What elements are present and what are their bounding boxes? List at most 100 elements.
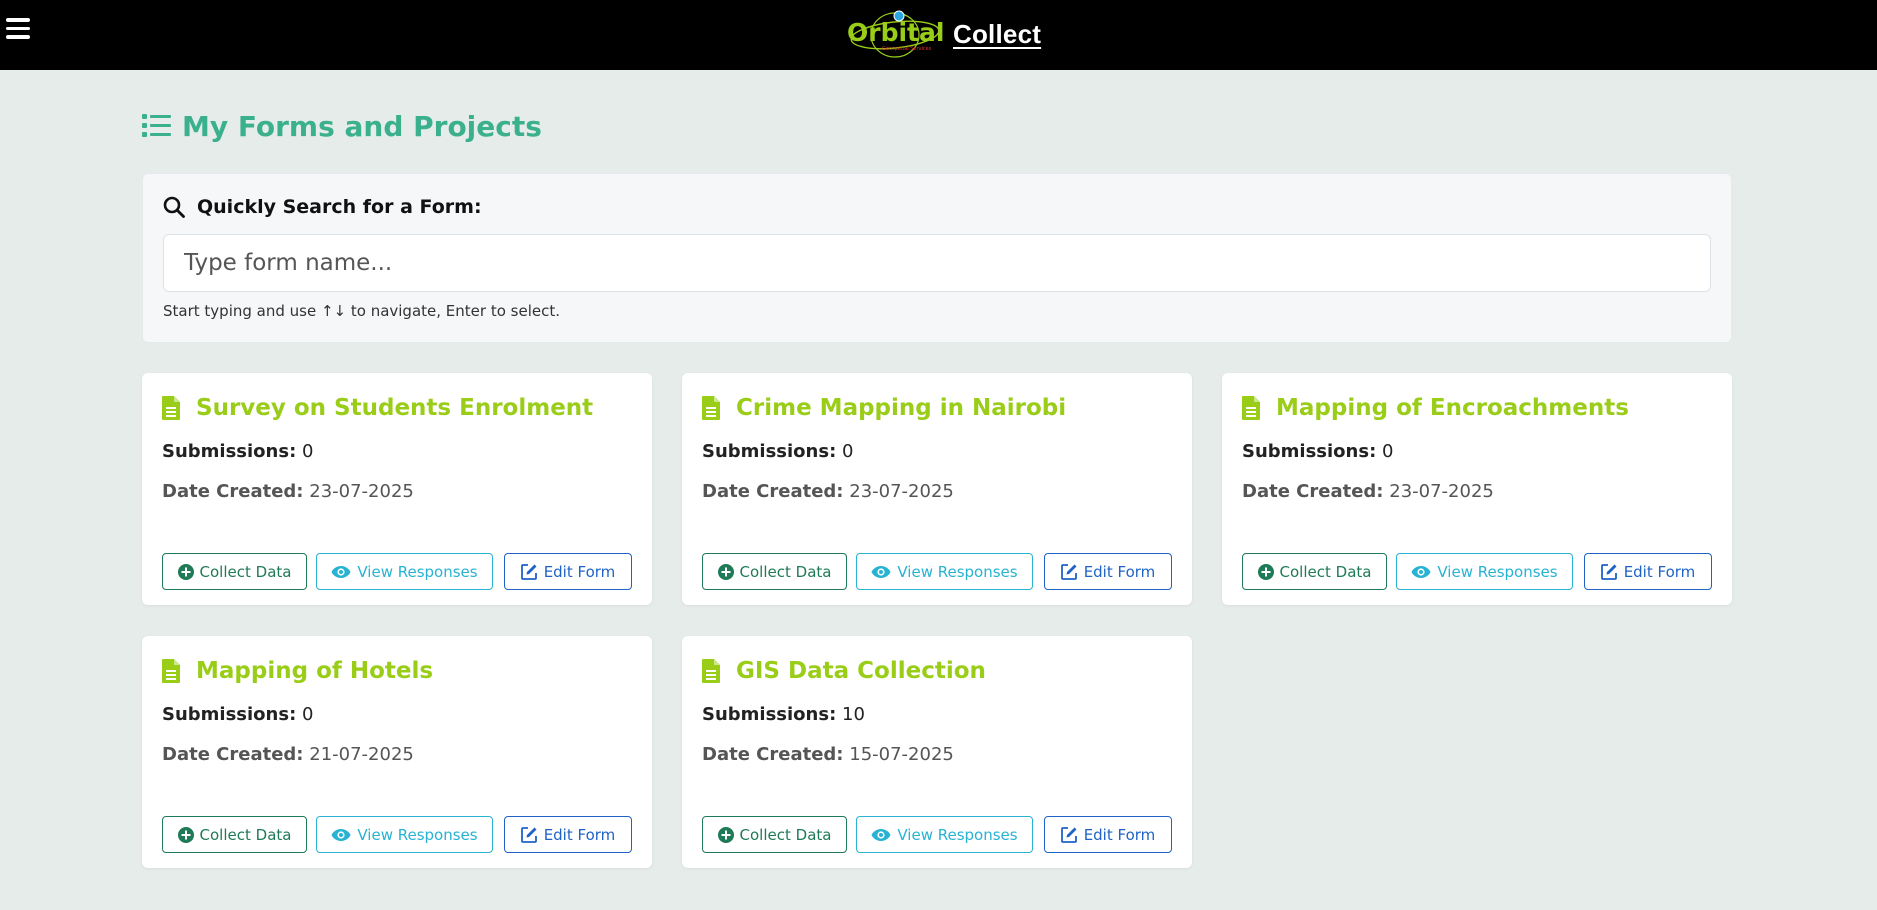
edit-form-button[interactable]: Edit Form (1584, 553, 1712, 590)
date-created-value: 23-07-2025 (849, 481, 954, 502)
file-document-icon (1242, 396, 1260, 420)
search-label-text: Quickly Search for a Form: (197, 196, 482, 218)
search-input[interactable] (163, 234, 1711, 292)
logo-text: Orbital (847, 18, 944, 47)
date-created-value: 23-07-2025 (1389, 481, 1494, 502)
collect-data-label: Collect Data (1279, 562, 1372, 581)
date-created-value: 21-07-2025 (309, 744, 414, 765)
form-card-title[interactable]: Mapping of Hotels (162, 658, 433, 684)
eye-icon (331, 828, 351, 841)
edit-icon (1060, 827, 1077, 843)
form-card: Crime Mapping in Nairobi Submissions: 0 … (682, 373, 1192, 605)
edit-form-label: Edit Form (543, 825, 616, 844)
eye-icon (331, 565, 351, 578)
form-title-text[interactable]: Mapping of Encroachments (1276, 395, 1629, 421)
form-title-text[interactable]: Survey on Students Enrolment (196, 395, 593, 421)
view-responses-label: View Responses (897, 825, 1018, 844)
submissions-label: Submissions: (1242, 441, 1377, 462)
view-responses-label: View Responses (897, 562, 1018, 581)
view-responses-label: View Responses (1437, 562, 1558, 581)
form-title-text[interactable]: Crime Mapping in Nairobi (736, 395, 1066, 421)
brand[interactable]: Orbital Geospatial Services Collect (845, 8, 1041, 60)
search-label: Quickly Search for a Form: (163, 196, 482, 218)
logo-subtext: Geospatial Services (882, 46, 932, 52)
form-card: Survey on Students Enrolment Submissions… (142, 373, 652, 605)
collect-data-label: Collect Data (199, 562, 292, 581)
collect-data-button[interactable]: Collect Data (162, 816, 307, 853)
date-created: Date Created: 23-07-2025 (162, 481, 414, 502)
form-title-text[interactable]: GIS Data Collection (736, 658, 986, 684)
page-title: My Forms and Projects (142, 106, 1732, 146)
list-icon (142, 114, 171, 137)
collect-data-button[interactable]: Collect Data (702, 816, 847, 853)
search-panel: Quickly Search for a Form: Start typing … (142, 173, 1732, 343)
date-created: Date Created: 15-07-2025 (702, 744, 954, 765)
file-document-icon (702, 659, 720, 683)
submissions-count: Submissions: 0 (162, 441, 313, 462)
date-created: Date Created: 23-07-2025 (702, 481, 954, 502)
submissions-value: 0 (302, 704, 314, 725)
form-card-title[interactable]: Survey on Students Enrolment (162, 395, 593, 421)
date-created-value: 15-07-2025 (849, 744, 954, 765)
eye-icon (871, 565, 891, 578)
edit-form-label: Edit Form (1623, 562, 1696, 581)
edit-icon (520, 564, 537, 580)
edit-icon (1600, 564, 1617, 580)
collect-data-button[interactable]: Collect Data (702, 553, 847, 590)
date-created-value: 23-07-2025 (309, 481, 414, 502)
form-card-title[interactable]: Mapping of Encroachments (1242, 395, 1629, 421)
file-document-icon (162, 396, 180, 420)
view-responses-label: View Responses (357, 562, 478, 581)
plus-circle-icon (177, 563, 194, 580)
date-created-label: Date Created: (702, 481, 844, 502)
submissions-label: Submissions: (702, 704, 837, 725)
submissions-count: Submissions: 0 (162, 704, 313, 725)
submissions-label: Submissions: (702, 441, 837, 462)
form-card: Mapping of Hotels Submissions: 0 Date Cr… (142, 636, 652, 868)
view-responses-button[interactable]: View Responses (1396, 553, 1573, 590)
form-title-text[interactable]: Mapping of Hotels (196, 658, 433, 684)
plus-circle-icon (717, 563, 734, 580)
plus-circle-icon (717, 826, 734, 843)
eye-icon (871, 828, 891, 841)
collect-data-button[interactable]: Collect Data (1242, 553, 1387, 590)
collect-data-label: Collect Data (199, 825, 292, 844)
form-card-title[interactable]: Crime Mapping in Nairobi (702, 395, 1066, 421)
collect-data-button[interactable]: Collect Data (162, 553, 307, 590)
date-created-label: Date Created: (162, 481, 304, 502)
eye-icon (1411, 565, 1431, 578)
date-created-label: Date Created: (162, 744, 304, 765)
date-created-label: Date Created: (1242, 481, 1384, 502)
plus-circle-icon (1257, 563, 1274, 580)
view-responses-button[interactable]: View Responses (316, 553, 493, 590)
view-responses-button[interactable]: View Responses (856, 553, 1033, 590)
edit-icon (1060, 564, 1077, 580)
search-icon (163, 196, 185, 218)
orbital-logo: Orbital Geospatial Services (847, 10, 944, 58)
date-created: Date Created: 21-07-2025 (162, 744, 414, 765)
edit-form-button[interactable]: Edit Form (504, 553, 632, 590)
submissions-value: 0 (302, 441, 314, 462)
submissions-value: 0 (842, 441, 854, 462)
submissions-label: Submissions: (162, 441, 297, 462)
collect-data-label: Collect Data (739, 562, 832, 581)
view-responses-button[interactable]: View Responses (856, 816, 1033, 853)
hamburger-menu-icon[interactable] (6, 18, 30, 42)
submissions-label: Submissions: (162, 704, 297, 725)
brand-name[interactable]: Collect (953, 19, 1041, 50)
edit-form-button[interactable]: Edit Form (504, 816, 632, 853)
file-document-icon (162, 659, 180, 683)
date-created-label: Date Created: (702, 744, 844, 765)
form-card: Mapping of Encroachments Submissions: 0 … (1222, 373, 1732, 605)
edit-form-button[interactable]: Edit Form (1044, 553, 1172, 590)
submissions-count: Submissions: 0 (1242, 441, 1393, 462)
top-navbar: Orbital Geospatial Services Collect (0, 0, 1877, 70)
view-responses-button[interactable]: View Responses (316, 816, 493, 853)
edit-form-label: Edit Form (543, 562, 616, 581)
form-card: GIS Data Collection Submissions: 10 Date… (682, 636, 1192, 868)
edit-form-label: Edit Form (1083, 825, 1156, 844)
edit-form-button[interactable]: Edit Form (1044, 816, 1172, 853)
form-card-title[interactable]: GIS Data Collection (702, 658, 986, 684)
plus-circle-icon (177, 826, 194, 843)
main-container: My Forms and Projects Quickly Search for… (142, 70, 1732, 343)
